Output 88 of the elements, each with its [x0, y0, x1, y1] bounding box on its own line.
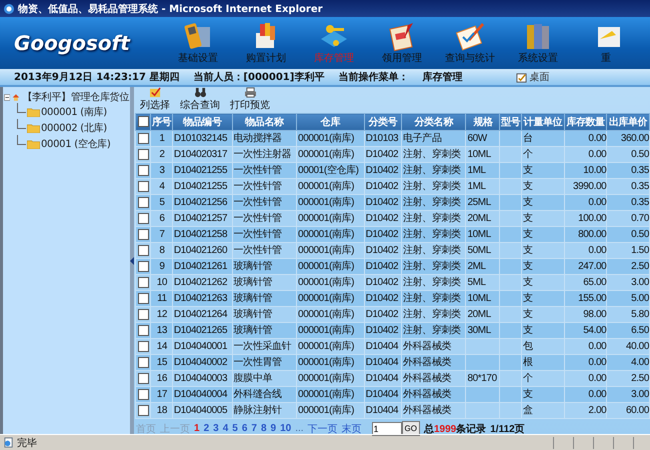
- nav-item[interactable]: 购置计划: [232, 21, 300, 65]
- row-checkbox[interactable]: [138, 292, 148, 304]
- page-link[interactable]: 4: [222, 423, 228, 434]
- nav-item[interactable]: 领用管理: [368, 21, 436, 65]
- column-header[interactable]: 分类号: [364, 114, 402, 130]
- row-checkbox[interactable]: [138, 356, 148, 368]
- row-checkbox[interactable]: [138, 324, 148, 336]
- row-checkbox[interactable]: [138, 228, 148, 240]
- row-checkbox[interactable]: [138, 132, 148, 144]
- pencil-icon: [454, 21, 486, 51]
- row-checkbox[interactable]: [138, 244, 148, 256]
- menu-value: 库存管理: [422, 70, 462, 84]
- status-text: 完毕: [17, 436, 37, 450]
- row-checkbox[interactable]: [138, 180, 148, 192]
- folder-icon: [27, 123, 40, 133]
- table-cell: 盒: [522, 402, 564, 418]
- page-link[interactable]: 5: [232, 423, 238, 434]
- datetime: 2013年9月12日 14:23:17 星期四: [14, 70, 180, 84]
- row-checkbox[interactable]: [138, 404, 148, 416]
- column-header[interactable]: 序号: [150, 114, 172, 130]
- next-page-link[interactable]: 下一页: [308, 422, 338, 436]
- table-cell: 外科器械类: [402, 402, 466, 418]
- page-link[interactable]: 3: [213, 423, 219, 434]
- table-cell: D104040005: [172, 402, 232, 418]
- binoculars-icon: [194, 87, 206, 98]
- printer-icon: [244, 87, 256, 98]
- table-cell: 18: [150, 402, 172, 418]
- tree-item[interactable]: 000001 (南库): [41, 105, 107, 119]
- row-checkbox[interactable]: [138, 340, 148, 352]
- nav-item[interactable]: 查询与统计: [436, 21, 504, 65]
- page-link[interactable]: 6: [242, 423, 248, 434]
- row-checkbox[interactable]: [138, 388, 148, 400]
- folder-icon: [27, 107, 40, 117]
- ellipsis: ...: [295, 423, 304, 434]
- column-header[interactable]: 仓库: [296, 114, 364, 130]
- desktop-link[interactable]: 桌面: [516, 70, 550, 84]
- row-checkbox[interactable]: [138, 308, 148, 320]
- page-input[interactable]: 1: [372, 422, 402, 436]
- nav-item[interactable]: 基础设置: [164, 21, 232, 65]
- page-link[interactable]: 7: [251, 423, 257, 434]
- row-checkbox[interactable]: [138, 148, 148, 160]
- page-link[interactable]: 9: [270, 423, 276, 434]
- window-title: 物资、低值品、易耗品管理系统 - Microsoft Internet Explorer: [18, 2, 323, 16]
- column-header[interactable]: 规格: [466, 114, 500, 130]
- row-checkbox[interactable]: [138, 372, 148, 384]
- tree-item[interactable]: 00001 (空仓库): [41, 137, 110, 151]
- column-header[interactable]: 型号: [500, 114, 522, 130]
- page-link[interactable]: 10: [280, 423, 292, 434]
- page-icon: [3, 437, 14, 448]
- page-link[interactable]: 8: [260, 423, 266, 434]
- home-icon: [12, 92, 20, 102]
- tree-item[interactable]: 000002 (北库): [41, 121, 107, 135]
- page-link[interactable]: 1: [194, 423, 200, 434]
- folder-icon: [27, 139, 40, 149]
- table-cell: D10404: [364, 402, 402, 418]
- toolbar-button[interactable]: 综合查询: [178, 87, 222, 112]
- table-cell: 静脉注射针: [232, 402, 297, 418]
- row-checkbox[interactable]: [138, 276, 148, 288]
- column-header[interactable]: 分类名称: [402, 114, 466, 130]
- page-count: 1/112页: [490, 422, 525, 436]
- row-checkbox[interactable]: [138, 164, 148, 176]
- select-all-checkbox[interactable]: [138, 116, 148, 128]
- browser-icon: [3, 2, 15, 14]
- toolbar-button[interactable]: 列选择: [138, 87, 172, 112]
- table-cell: 60.00: [606, 402, 650, 418]
- column-header[interactable]: 出库单价: [606, 114, 650, 130]
- logo: Googosoft: [13, 31, 132, 55]
- menu-label: 当前操作菜单：: [338, 70, 408, 84]
- checkbox-icon: [148, 87, 162, 98]
- table-cell: 2.00: [564, 402, 607, 418]
- column-header[interactable]: 库存数量: [564, 114, 607, 130]
- table-cell: 000001(南库): [296, 402, 364, 418]
- record-count: 总1999条记录: [424, 422, 486, 436]
- column-header[interactable]: 计量单位: [522, 114, 564, 130]
- desktop-icon: [516, 72, 528, 82]
- row-checkbox[interactable]: [138, 196, 148, 208]
- current-user: 当前人员：[000001]李利平: [193, 70, 324, 84]
- column-header[interactable]: 物品名称: [232, 114, 297, 130]
- row-checkbox[interactable]: [138, 212, 148, 224]
- last-page-link[interactable]: 末页: [342, 422, 362, 436]
- toolbar-button[interactable]: 打印预览: [228, 87, 272, 112]
- collapse-icon[interactable]: [4, 92, 10, 102]
- row-checkbox[interactable]: [138, 260, 148, 272]
- tree-item[interactable]: 【李利平】管理仓库货位: [22, 90, 129, 104]
- nav-item[interactable]: 系统设置: [504, 21, 572, 65]
- nav-item[interactable]: 重: [572, 21, 640, 65]
- page-link[interactable]: 2: [204, 423, 210, 434]
- column-header[interactable]: 物品编号: [172, 114, 232, 130]
